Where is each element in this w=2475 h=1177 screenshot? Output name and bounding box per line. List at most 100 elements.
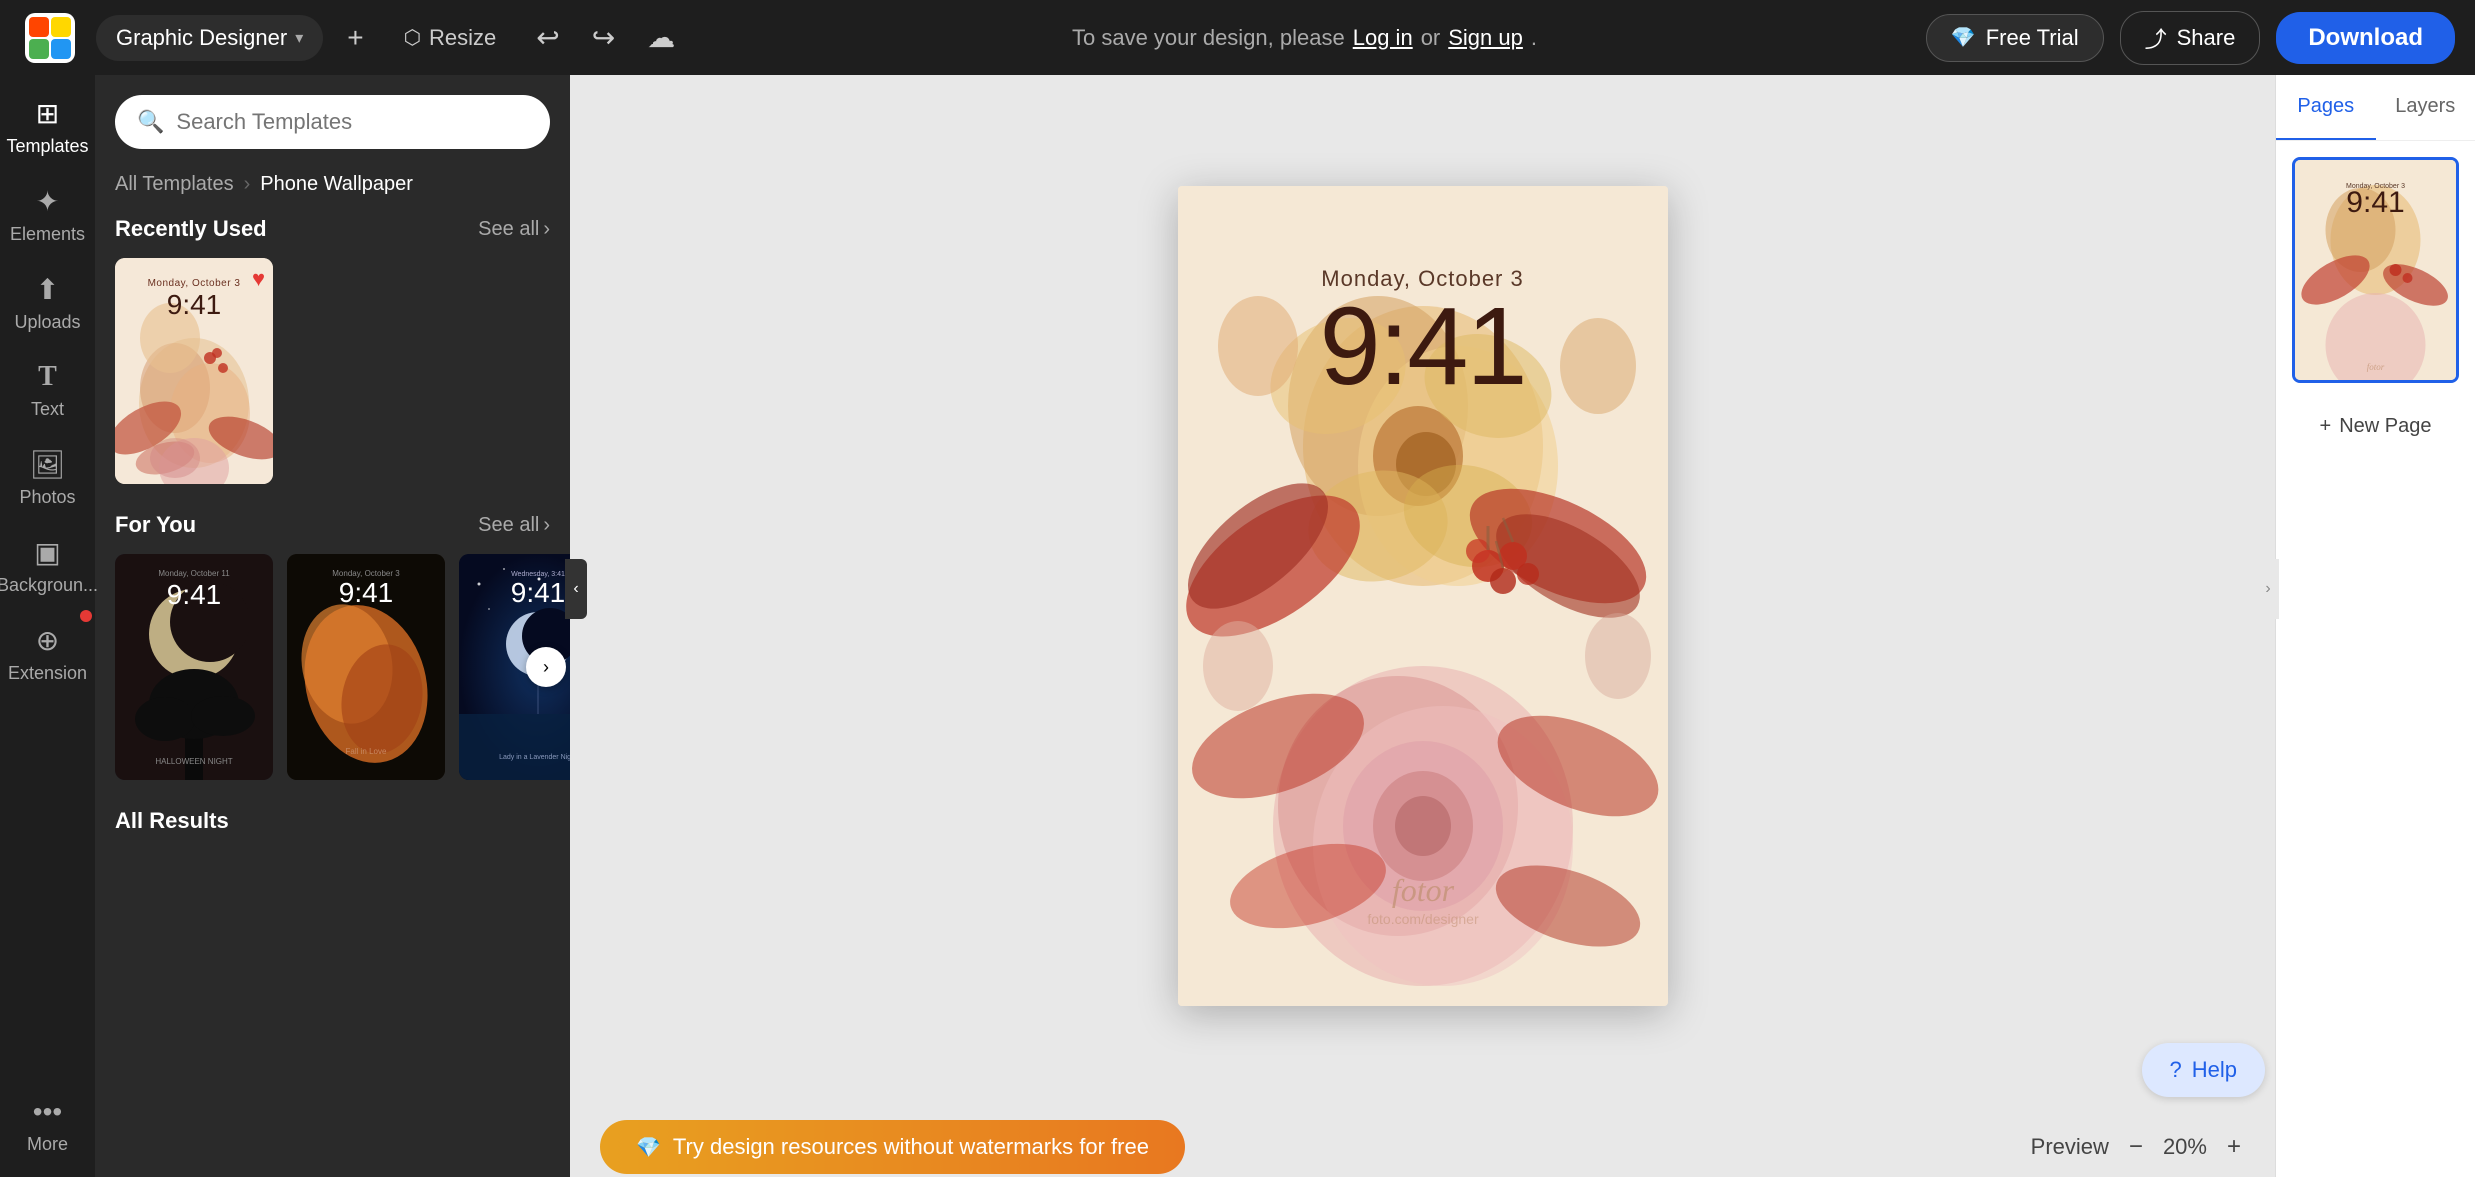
for-you-see-all[interactable]: See all ›: [478, 514, 550, 537]
svg-text:9:41: 9:41: [511, 577, 566, 608]
new-page-button[interactable]: + New Page: [2292, 399, 2459, 454]
recently-used-thumb-1[interactable]: Monday, October 3 9:41 ♥: [115, 258, 273, 484]
sidebar-item-elements[interactable]: ✦ Elements: [5, 173, 90, 257]
download-label: Download: [2308, 24, 2423, 51]
app-selector[interactable]: Graphic Designer ▾: [96, 15, 323, 61]
recently-used-see-all[interactable]: See all ›: [478, 218, 550, 241]
tab-pages[interactable]: Pages: [2276, 75, 2376, 140]
sidebar-item-text[interactable]: T Text: [5, 349, 90, 432]
help-icon: ?: [2170, 1057, 2182, 1083]
save-notice-text: To save your design, please: [1072, 25, 1345, 51]
preview-label[interactable]: Preview: [2031, 1134, 2109, 1160]
svg-text:Lady in a Lavender Night: Lady in a Lavender Night: [499, 754, 570, 761]
sign-up-link[interactable]: Sign up: [1448, 25, 1523, 51]
sidebar-item-extension[interactable]: ⊕ Extension: [5, 612, 90, 696]
all-results-header: All Results: [115, 808, 550, 834]
watermark-banner[interactable]: 💎 Try design resources without watermark…: [600, 1120, 1185, 1174]
add-button[interactable]: +: [339, 14, 371, 62]
share-icon: ⤴: [2145, 22, 2167, 54]
svg-text:Monday, October 11: Monday, October 11: [158, 569, 230, 578]
canvas-time: 9:41: [1178, 292, 1668, 402]
page-thumb-container[interactable]: Monday, October 3 9:41 fotor: [2292, 157, 2459, 383]
sidebar-item-backgrounds[interactable]: ▣ Backgroun...: [5, 524, 90, 608]
page-thumb: Monday, October 3 9:41 fotor: [2295, 160, 2456, 380]
recently-used-header: Recently Used See all ›: [115, 216, 550, 242]
share-label: Share: [2177, 25, 2236, 51]
free-trial-button[interactable]: 💎 Free Trial: [1926, 14, 2104, 62]
free-trial-label: Free Trial: [1986, 25, 2079, 51]
all-results-title: All Results: [115, 808, 229, 834]
pages-content: Monday, October 3 9:41 fotor + New Page: [2276, 141, 2475, 470]
text-label: Text: [31, 399, 64, 420]
elements-icon: ✦: [36, 185, 59, 218]
sidebar-item-templates[interactable]: ⊞ Templates: [5, 85, 90, 169]
download-button[interactable]: Download: [2276, 12, 2455, 64]
text-icon: T: [38, 361, 57, 393]
gem-icon-2: 💎: [636, 1135, 661, 1160]
log-in-link[interactable]: Log in: [1353, 25, 1413, 51]
share-button[interactable]: ⤴ Share: [2120, 11, 2261, 65]
panel-collapse-handle[interactable]: ‹: [565, 559, 587, 619]
photos-label: Photos: [19, 487, 75, 508]
breadcrumb-current: Phone Wallpaper: [260, 173, 413, 196]
templates-panel: 🔍 All Templates › Phone Wallpaper Recent…: [95, 75, 570, 1177]
zoom-in-button[interactable]: +: [2223, 1129, 2245, 1165]
for-you-thumb-1[interactable]: Monday, October 11 9:41 HALLOWEEN NIGHT: [115, 554, 273, 780]
templates-icon: ⊞: [36, 97, 59, 130]
resize-label: Resize: [429, 25, 496, 51]
templates-next-arrow[interactable]: ›: [526, 647, 566, 687]
canvas-design[interactable]: fotor foto.com/designer Monday, October …: [1178, 186, 1668, 1006]
photos-icon: 🖼: [30, 448, 66, 481]
search-bar: 🔍: [115, 95, 550, 149]
search-icon: 🔍: [137, 109, 164, 135]
panel-expand-handle[interactable]: ›: [2257, 559, 2279, 619]
for-you-thumb-2[interactable]: Monday, October 3 9:41 Fall in Love: [287, 554, 445, 780]
templates-label: Templates: [6, 136, 88, 157]
resize-button[interactable]: ⬡ Resize: [388, 17, 513, 59]
for-you-header: For You See all ›: [115, 512, 550, 538]
search-input[interactable]: [176, 109, 528, 135]
app-selector-label: Graphic Designer: [116, 25, 287, 51]
recently-used-title: Recently Used: [115, 216, 267, 242]
save-notice: To save your design, please Log in or Si…: [699, 25, 1910, 51]
extension-badge: [80, 610, 92, 622]
tab-layers[interactable]: Layers: [2376, 75, 2475, 140]
zoom-out-button[interactable]: −: [2125, 1129, 2147, 1165]
svg-text:9:41: 9:41: [2346, 186, 2404, 219]
or-text: or: [1421, 25, 1441, 51]
svg-text:9:41: 9:41: [167, 579, 222, 610]
bottom-bar: 💎 Try design resources without watermark…: [570, 1117, 2275, 1177]
redo-button[interactable]: ↪: [584, 13, 623, 62]
logo[interactable]: [20, 8, 80, 68]
svg-text:Fall in Love: Fall in Love: [346, 747, 387, 756]
for-you-templates: Monday, October 11 9:41 HALLOWEEN NIGHT …: [115, 554, 550, 780]
recently-used-grid: Monday, October 3 9:41 ♥: [115, 258, 550, 484]
breadcrumb-all[interactable]: All Templates: [115, 173, 234, 196]
backgrounds-label: Backgroun...: [0, 575, 98, 596]
sidebar-item-more[interactable]: ••• More: [5, 1084, 90, 1167]
svg-text:9:41: 9:41: [339, 577, 394, 608]
svg-text:fotor: fotor: [2367, 362, 2385, 372]
chevron-down-icon: ▾: [295, 28, 303, 48]
svg-text:fotor: fotor: [1391, 872, 1454, 908]
left-sidebar: ⊞ Templates ✦ Elements ⬆ Uploads T Text …: [0, 75, 95, 1177]
sidebar-item-photos[interactable]: 🖼 Photos: [5, 436, 90, 520]
svg-text:HALLOWEEN NIGHT: HALLOWEEN NIGHT: [155, 757, 232, 766]
zoom-controls: Preview − 20% +: [2031, 1129, 2245, 1165]
more-label: More: [27, 1134, 68, 1155]
extension-icon: ⊕: [36, 624, 59, 657]
help-button[interactable]: ? Help: [2142, 1043, 2266, 1097]
help-label: Help: [2192, 1057, 2237, 1083]
breadcrumb: All Templates › Phone Wallpaper: [115, 173, 550, 196]
undo-button[interactable]: ↩: [528, 13, 567, 62]
cloud-save-button[interactable]: ☁: [639, 13, 683, 62]
extension-label: Extension: [8, 663, 87, 684]
more-icon: •••: [33, 1096, 62, 1128]
canvas-area: fotor foto.com/designer Monday, October …: [570, 75, 2275, 1117]
uploads-icon: ⬆: [36, 273, 59, 306]
sidebar-item-uploads[interactable]: ⬆ Uploads: [5, 261, 90, 345]
favorite-icon[interactable]: ♥: [252, 266, 265, 292]
period-text: .: [1531, 25, 1537, 51]
gem-icon: 💎: [1951, 25, 1976, 50]
backgrounds-icon: ▣: [34, 536, 60, 569]
